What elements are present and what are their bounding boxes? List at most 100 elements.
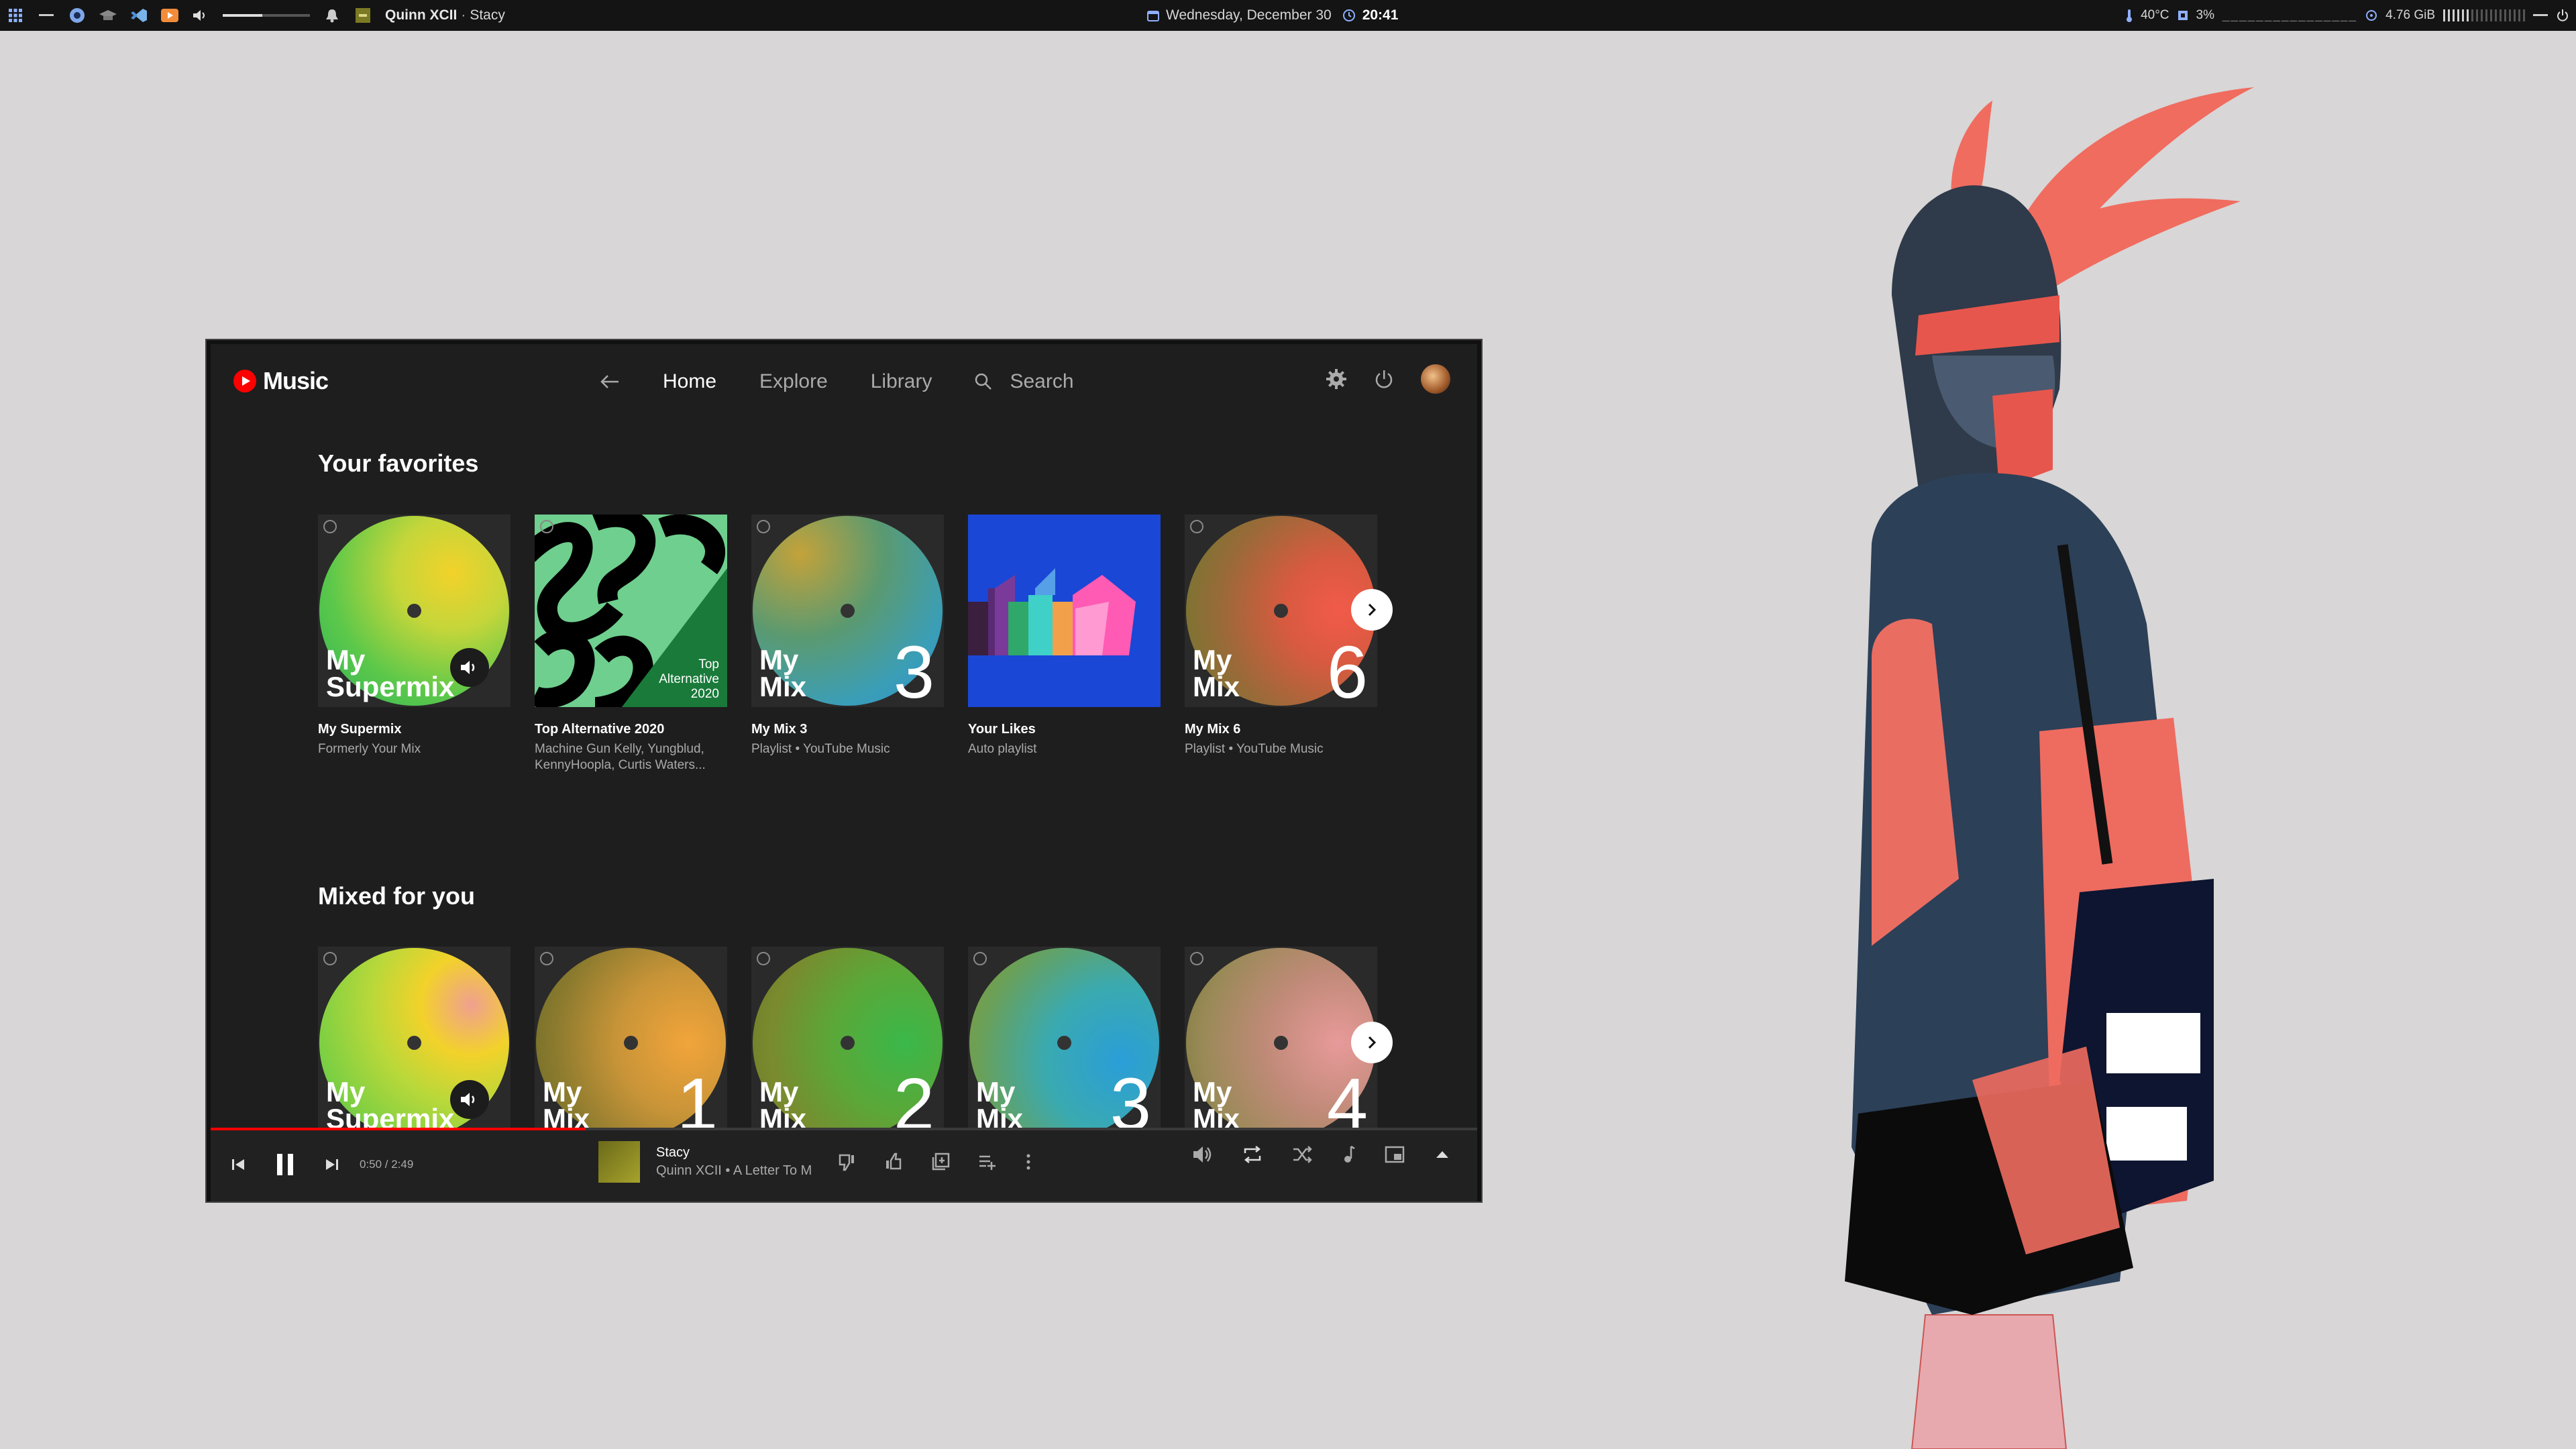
- miniplayer-icon[interactable]: [1385, 1146, 1405, 1163]
- more-options-icon[interactable]: [1025, 1152, 1032, 1171]
- radio-icon: [540, 520, 553, 533]
- browser-icon[interactable]: [68, 7, 86, 24]
- player-bar: 0:50 / 2:49 Stacy Quinn XCII • A Letter …: [211, 1128, 1477, 1201]
- radio-icon: [1190, 520, 1203, 533]
- favorites-row: My Supermix My Supermix Formerly Your Mix…: [318, 515, 1377, 773]
- media-track: Stacy: [470, 7, 505, 23]
- youtube-app-icon[interactable]: [161, 7, 178, 24]
- favorites-next-button[interactable]: [1351, 589, 1393, 631]
- card-title[interactable]: Top Alternative 2020: [535, 722, 727, 737]
- card-title[interactable]: My Mix 3: [751, 722, 944, 737]
- tab-library[interactable]: Library: [871, 370, 932, 393]
- disc-hole: [407, 1036, 421, 1050]
- gear-icon[interactable]: [1326, 368, 1347, 390]
- card-thumbnail: [968, 515, 1161, 707]
- date-text[interactable]: Wednesday, December 30: [1166, 7, 1332, 23]
- music-note-icon[interactable]: [1342, 1145, 1355, 1164]
- minimize-tray-icon[interactable]: [2533, 14, 2548, 17]
- bell-icon[interactable]: [323, 7, 341, 24]
- card-my-mix-6[interactable]: My Mix 6 My Mix 6 Playlist • YouTube Musi…: [1185, 515, 1377, 773]
- mix-label-line1: My: [759, 1076, 799, 1108]
- thumbs-down-icon[interactable]: [837, 1152, 856, 1171]
- mix-label: My Mix: [543, 1078, 590, 1128]
- card-my-mix-3[interactable]: My Mix 3 My Mix 3 Playlist • YouTube Musi…: [751, 515, 944, 773]
- avatar[interactable]: [1421, 364, 1450, 394]
- tab-explore[interactable]: Explore: [759, 370, 828, 393]
- card-my-mix-3b[interactable]: My Mix 3: [968, 947, 1161, 1128]
- volume-icon[interactable]: [192, 7, 209, 24]
- track-title[interactable]: Stacy: [656, 1145, 812, 1161]
- header-actions: [1326, 364, 1450, 394]
- power-icon[interactable]: [2556, 9, 2569, 22]
- shuffle-icon[interactable]: [1292, 1145, 1312, 1164]
- pause-icon[interactable]: [275, 1152, 295, 1177]
- progress-bar[interactable]: [211, 1128, 1477, 1130]
- search-button[interactable]: Search: [975, 370, 1074, 393]
- mix-label-line2: Supermix: [326, 671, 455, 702]
- tab-home[interactable]: Home: [663, 370, 716, 393]
- card-top-alternative-2020[interactable]: Top Alternative 2020 Top Alternative 202…: [535, 515, 727, 773]
- card-my-mix-4[interactable]: My Mix 4: [1185, 947, 1377, 1128]
- volume-slider[interactable]: [223, 14, 310, 17]
- card-my-mix-2[interactable]: My Mix 2: [751, 947, 944, 1128]
- now-playing-text: Stacy Quinn XCII • A Letter To M: [656, 1145, 812, 1179]
- card-title[interactable]: My Supermix: [318, 722, 511, 737]
- back-arrow-icon[interactable]: [600, 374, 620, 389]
- now-playing-speaker-icon[interactable]: [450, 648, 489, 687]
- card-your-likes[interactable]: Your Likes Auto playlist: [968, 515, 1161, 773]
- disc-hole: [1057, 1036, 1071, 1050]
- mix-number: 3: [1110, 1063, 1151, 1128]
- mix-label-line2: Mix: [1193, 671, 1240, 702]
- add-to-library-icon[interactable]: [931, 1152, 950, 1171]
- media-title[interactable]: Quinn XCII · Stacy: [385, 7, 505, 23]
- mix-label-line1: My: [759, 644, 799, 676]
- card-thumbnail: My Mix 6: [1185, 515, 1377, 707]
- app-grid-icon[interactable]: [7, 7, 24, 24]
- mix-label-line2: Mix: [759, 671, 807, 702]
- section-title-mixed: Mixed for you: [318, 882, 476, 910]
- track-subtitle[interactable]: Quinn XCII • A Letter To M: [656, 1163, 812, 1179]
- app-logo[interactable]: Music: [233, 367, 329, 395]
- volume-icon[interactable]: [1193, 1146, 1213, 1163]
- mix-label: My Mix: [759, 644, 807, 702]
- now-playing-speaker-icon[interactable]: [450, 1080, 489, 1119]
- mix-label: My Supermix: [326, 1078, 454, 1128]
- clock-text[interactable]: 20:41: [1362, 7, 1399, 23]
- system-top-bar: Quinn XCII · Stacy Wednesday, December 3…: [0, 0, 2576, 31]
- mix-label-line2: Mix: [759, 1103, 807, 1128]
- memory-icon: [2365, 9, 2377, 21]
- graduation-cap-icon[interactable]: [99, 7, 117, 24]
- youtube-music-logo-icon: [233, 370, 256, 392]
- card-thumbnail: My Mix 3: [968, 947, 1161, 1128]
- album-art[interactable]: [598, 1141, 640, 1183]
- thumbs-up-icon[interactable]: [884, 1152, 903, 1171]
- mixed-next-button[interactable]: [1351, 1022, 1393, 1063]
- card-thumbnail: My Mix 3: [751, 515, 944, 707]
- expand-up-icon[interactable]: [1434, 1149, 1450, 1160]
- add-to-queue-icon[interactable]: [978, 1152, 997, 1171]
- card-my-mix-1[interactable]: My Mix 1: [535, 947, 727, 1128]
- radio-icon: [757, 952, 770, 965]
- card-title[interactable]: My Mix 6: [1185, 722, 1377, 737]
- card-title[interactable]: Your Likes: [968, 722, 1161, 737]
- power-button-icon[interactable]: [1374, 369, 1394, 389]
- repeat-icon[interactable]: [1242, 1145, 1263, 1164]
- card-mixed-supermix[interactable]: My Supermix: [318, 947, 511, 1128]
- card-my-supermix[interactable]: My Supermix My Supermix Formerly Your Mix: [318, 515, 511, 773]
- volume-slider-fill: [223, 14, 262, 17]
- mix-label-line2: Mix: [976, 1103, 1024, 1128]
- card-thumbnail: My Mix 1: [535, 947, 727, 1128]
- code-editor-icon[interactable]: [130, 7, 148, 24]
- minimize-icon[interactable]: [38, 7, 55, 24]
- previous-track-icon[interactable]: [231, 1157, 246, 1172]
- mix-label-line2: Mix: [543, 1103, 590, 1128]
- network-graph: [2443, 9, 2525, 21]
- card-subtitle: Auto playlist: [968, 742, 1037, 756]
- next-track-icon[interactable]: [325, 1157, 339, 1172]
- track-actions: [837, 1152, 1032, 1171]
- card-subtitle: Machine Gun Kelly, Yungblud, KennyHoopla…: [535, 742, 706, 772]
- calendar-icon: [1147, 9, 1159, 21]
- disc-hole: [1274, 1036, 1288, 1050]
- disc-hole: [1274, 604, 1288, 618]
- card-subtitle: Playlist • YouTube Music: [751, 742, 890, 756]
